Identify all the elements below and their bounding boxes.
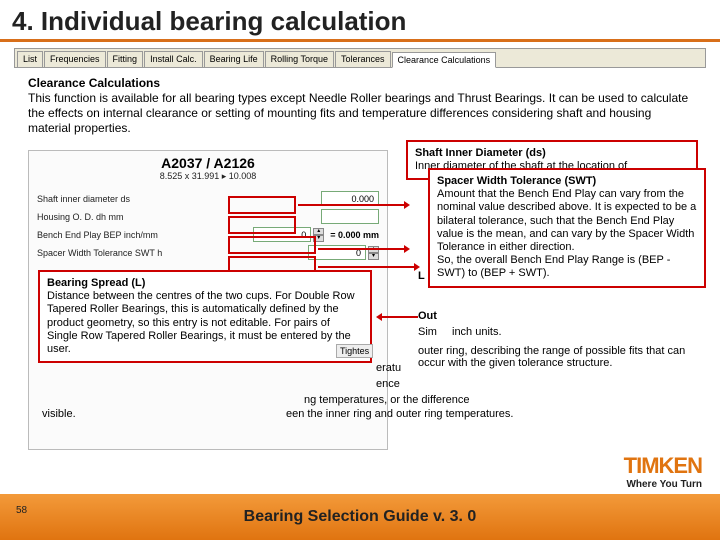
arrow-swt bbox=[318, 266, 418, 268]
frag-ence: ence bbox=[376, 378, 400, 390]
footer-bar: 58 Bearing Selection Guide v. 3. 0 bbox=[0, 494, 720, 540]
slide-title: 4. Individual bearing calculation bbox=[12, 6, 708, 37]
callout-shaft-title: Shaft Inner Diameter (ds) bbox=[415, 147, 546, 159]
frag-visible: visible. bbox=[42, 408, 76, 420]
bearing-dims: 8.525 x 31.991 ▸ 10.008 bbox=[29, 171, 387, 182]
tab-life[interactable]: Bearing Life bbox=[204, 51, 264, 67]
tab-frequencies[interactable]: Frequencies bbox=[44, 51, 106, 67]
frag-inch: inch units. bbox=[452, 326, 502, 338]
diagram-canvas: A2037 / A2126 8.525 x 31.991 ▸ 10.008 Sh… bbox=[14, 140, 706, 470]
footer-title: Bearing Selection Guide v. 3. 0 bbox=[244, 508, 477, 526]
highlight-bep bbox=[228, 236, 316, 254]
frag-eratu: eratu bbox=[376, 362, 401, 374]
slide-header: 4. Individual bearing calculation bbox=[0, 0, 720, 42]
tab-tolerances[interactable]: Tolerances bbox=[335, 51, 391, 67]
page-number: 58 bbox=[16, 505, 27, 516]
frag-temp3: een the inner ring and outer ring temper… bbox=[286, 408, 546, 420]
tab-torque[interactable]: Rolling Torque bbox=[265, 51, 334, 67]
callout-spread-body: Distance between the centres of the two … bbox=[47, 290, 355, 355]
callout-swt: Spacer Width Tolerance (SWT) Amount that… bbox=[428, 168, 706, 288]
tab-bar: List Frequencies Fitting Install Calc. B… bbox=[14, 48, 706, 68]
brand-block: TIMKEN Where You Turn bbox=[624, 453, 702, 490]
frag-L: L bbox=[418, 270, 425, 282]
callout-swt-body: Amount that the Bench End Play can vary … bbox=[437, 188, 696, 279]
callout-swt-title: Spacer Width Tolerance (SWT) bbox=[437, 175, 596, 187]
frag-outer-ring: outer ring, describing the range of poss… bbox=[418, 345, 698, 369]
row-bep: Bench End Play BEP inch/mm ▴▾ = 0.000 mm bbox=[37, 227, 379, 242]
tab-fitting[interactable]: Fitting bbox=[107, 51, 144, 67]
bearing-name: A2037 / A2126 bbox=[29, 155, 387, 171]
highlight-dh bbox=[228, 216, 296, 234]
label-bep: Bench End Play BEP inch/mm bbox=[37, 230, 253, 240]
arrow-out bbox=[378, 316, 418, 318]
highlight-ds bbox=[228, 196, 296, 214]
tab-install[interactable]: Install Calc. bbox=[144, 51, 203, 67]
tab-list[interactable]: List bbox=[17, 51, 43, 67]
row-dh: Housing O. D. dh mm bbox=[37, 209, 379, 224]
frag-out: Out bbox=[418, 310, 437, 322]
input-dh[interactable] bbox=[321, 209, 379, 224]
unit-bep: = 0.000 mm bbox=[330, 230, 379, 240]
brand-logo: TIMKEN bbox=[624, 453, 702, 479]
arrow-bep bbox=[318, 248, 408, 250]
brand-tag: Where You Turn bbox=[624, 479, 702, 490]
intro-block: Clearance Calculations This function is … bbox=[28, 76, 692, 136]
callout-spread: Bearing Spread (L) Distance between the … bbox=[38, 270, 372, 363]
intro-heading: Clearance Calculations bbox=[28, 76, 160, 90]
arrow-ds bbox=[298, 204, 408, 206]
frag-temp2: ng temperatures, or the difference bbox=[304, 394, 470, 406]
callout-spread-title: Bearing Spread (L) bbox=[47, 277, 145, 289]
tab-clearance[interactable]: Clearance Calculations bbox=[392, 52, 497, 68]
frag-sim: Sim bbox=[418, 326, 437, 338]
btn-tightest[interactable]: Tightes bbox=[336, 344, 373, 358]
intro-body: This function is available for all beari… bbox=[28, 91, 688, 135]
